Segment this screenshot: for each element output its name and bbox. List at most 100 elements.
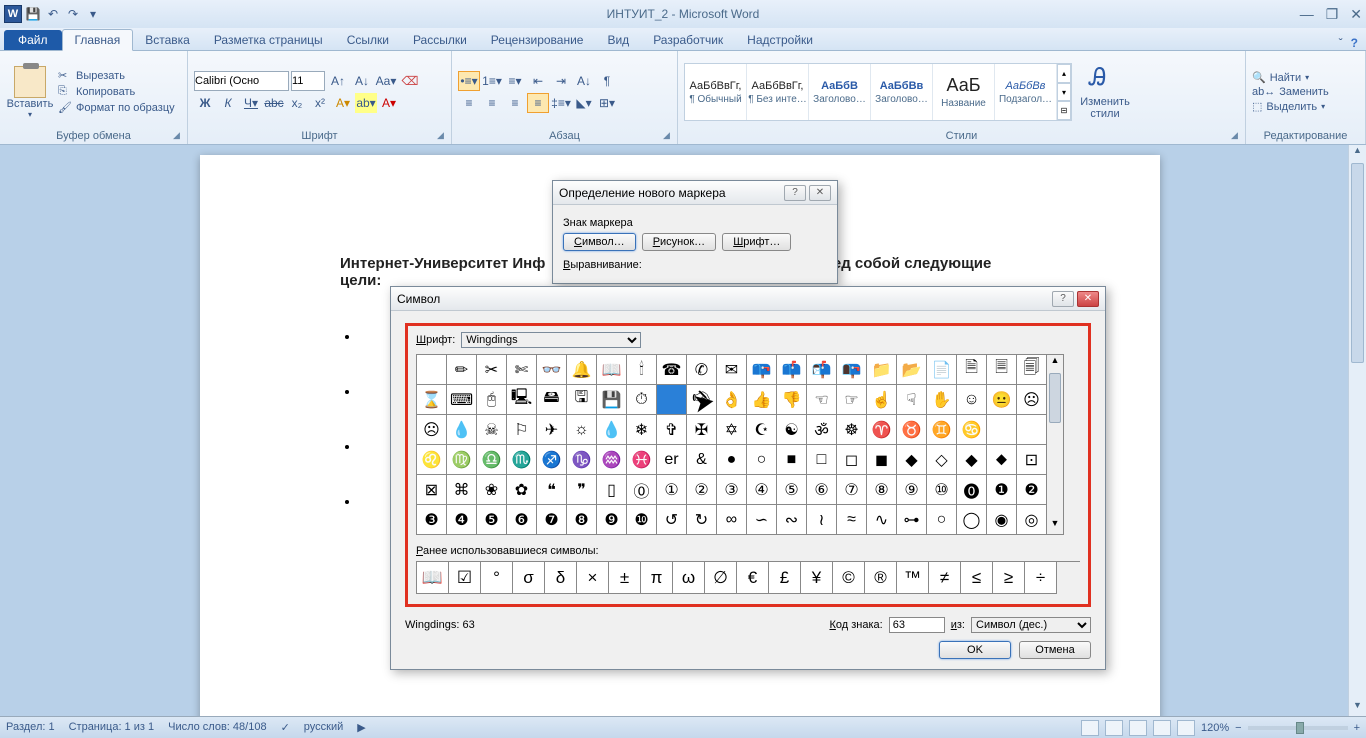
symbol-cell[interactable]: ⑧ bbox=[867, 475, 897, 505]
recent-symbol-cell[interactable]: δ bbox=[545, 562, 577, 594]
highlight-button[interactable]: ab▾ bbox=[355, 93, 377, 113]
symbol-cell[interactable]: ● bbox=[717, 445, 747, 475]
symbol-cell[interactable]: ☝ bbox=[867, 385, 897, 415]
select-button[interactable]: ⬚Выделить▾ bbox=[1252, 100, 1329, 113]
symbol-cell[interactable]: ◎ bbox=[1017, 505, 1047, 535]
symbol-cell[interactable]: ♊ bbox=[927, 415, 957, 445]
style-item[interactable]: АаБбВвЗаголово… bbox=[871, 64, 933, 120]
symbol-cell[interactable]: ✏ bbox=[447, 355, 477, 385]
char-code-input[interactable] bbox=[889, 617, 945, 633]
recent-symbol-cell[interactable]: ≤ bbox=[961, 562, 993, 594]
symbol-cell[interactable]: ❝ bbox=[537, 475, 567, 505]
symbol-cell[interactable]: ↺ bbox=[657, 505, 687, 535]
font-size-input[interactable] bbox=[291, 71, 325, 91]
symbol-cell[interactable]: ♈ bbox=[867, 415, 897, 445]
symbol-cell[interactable]: 🔔 bbox=[567, 355, 597, 385]
view-outline-icon[interactable] bbox=[1153, 720, 1171, 736]
macro-icon[interactable]: ▶ bbox=[357, 721, 365, 734]
symbol-cell[interactable]: ⏱ bbox=[627, 385, 657, 415]
subscript-button[interactable]: x₂ bbox=[286, 93, 308, 113]
scroll-thumb[interactable] bbox=[1351, 163, 1364, 363]
recent-symbol-cell[interactable]: ≥ bbox=[993, 562, 1025, 594]
symbol-cell[interactable] bbox=[417, 355, 447, 385]
clear-format-button[interactable]: ⌫ bbox=[399, 71, 421, 91]
symbol-cell[interactable]: ⑥ bbox=[807, 475, 837, 505]
symbol-cell[interactable]: 💧 bbox=[597, 415, 627, 445]
symbol-cell[interactable]: ⑨ bbox=[897, 475, 927, 505]
symbol-cell[interactable]: ✿ bbox=[507, 475, 537, 505]
align-center-button[interactable]: ≡ bbox=[481, 93, 503, 113]
dialog-help-icon[interactable]: ? bbox=[784, 185, 806, 201]
symbol-cell[interactable]: ∾ bbox=[777, 505, 807, 535]
symbol-cell[interactable]: ⊠ bbox=[417, 475, 447, 505]
symbol-cell[interactable]: ❶ bbox=[987, 475, 1017, 505]
recent-symbol-cell[interactable]: ☑ bbox=[449, 562, 481, 594]
symbol-cell[interactable]: ≈ bbox=[837, 505, 867, 535]
dialog-help-icon[interactable]: ? bbox=[1052, 291, 1074, 307]
dialog-close-icon[interactable]: ✕ bbox=[809, 185, 831, 201]
justify-button[interactable]: ≡ bbox=[527, 93, 549, 113]
symbol-cell[interactable]: 🗏 bbox=[987, 355, 1017, 385]
symbol-cell[interactable]: ◆ bbox=[897, 445, 927, 475]
symbol-cell[interactable]: ∿ bbox=[867, 505, 897, 535]
symbol-cell[interactable]: ☼ bbox=[567, 415, 597, 445]
recent-symbol-cell[interactable]: ∅ bbox=[705, 562, 737, 594]
recent-symbol-cell[interactable]: ÷ bbox=[1025, 562, 1057, 594]
symbol-cell[interactable]: 💧 bbox=[447, 415, 477, 445]
replace-button[interactable]: ab↔Заменить bbox=[1252, 86, 1329, 98]
symbol-cell[interactable] bbox=[657, 385, 687, 415]
symbol-cell[interactable]: ① bbox=[657, 475, 687, 505]
font-name-input[interactable] bbox=[194, 71, 289, 91]
recent-symbol-cell[interactable]: × bbox=[577, 562, 609, 594]
format-painter-button[interactable]: 🖌Формат по образцу bbox=[58, 101, 175, 115]
tab-view[interactable]: Вид bbox=[595, 30, 641, 50]
symbol-cell[interactable]: ॐ bbox=[807, 415, 837, 445]
symbol-cell[interactable]: ❼ bbox=[537, 505, 567, 535]
symbol-cell[interactable]: ⓪ bbox=[627, 475, 657, 505]
italic-button[interactable]: К bbox=[217, 93, 239, 113]
symbol-cell[interactable]: ✆ bbox=[687, 355, 717, 385]
symbol-cell[interactable]: ❺ bbox=[477, 505, 507, 535]
tab-insert[interactable]: Вставка bbox=[133, 30, 202, 50]
dialog-titlebar[interactable]: Определение нового маркера ? ✕ bbox=[553, 181, 837, 205]
strike-button[interactable]: abc bbox=[263, 93, 285, 113]
symbol-cell[interactable]: ⑦ bbox=[837, 475, 867, 505]
symbol-cell[interactable]: ❄ bbox=[627, 415, 657, 445]
symbol-cell[interactable]: ☹ bbox=[1017, 385, 1047, 415]
symbol-cell[interactable]: 📫 bbox=[777, 355, 807, 385]
symbol-cell[interactable]: ♋ bbox=[957, 415, 987, 445]
symbol-cell[interactable]: ♏ bbox=[507, 445, 537, 475]
symbol-grid[interactable]: ✏✂✄👓🔔📖🕯☎✆✉📪📫📬📭📁📂📄🗎🗏🗐⌛⌨🖰🖳🖴🖫💾⏱🖎👌👍👎☜☞☝☟✋☺😐☹… bbox=[416, 354, 1047, 535]
symbol-cell[interactable]: ✂ bbox=[477, 355, 507, 385]
symbol-cell[interactable]: 🗎 bbox=[957, 355, 987, 385]
symbol-cell[interactable]: ④ bbox=[747, 475, 777, 505]
symbol-cell[interactable]: ☪ bbox=[747, 415, 777, 445]
symbol-cell[interactable]: ◆ bbox=[957, 445, 987, 475]
symbol-cell[interactable]: ◇ bbox=[927, 445, 957, 475]
ok-button[interactable]: OK bbox=[939, 641, 1011, 659]
scroll-down-icon[interactable]: ▼ bbox=[1349, 700, 1366, 716]
symbol-cell[interactable]: ∽ bbox=[747, 505, 777, 535]
scroll-thumb[interactable] bbox=[1049, 373, 1061, 423]
style-item[interactable]: АаБбВЗаголово… bbox=[809, 64, 871, 120]
symbol-cell[interactable]: 👌 bbox=[717, 385, 747, 415]
symbol-cell[interactable]: ✋ bbox=[927, 385, 957, 415]
symbol-cell[interactable]: ⌛ bbox=[417, 385, 447, 415]
symbol-cell[interactable]: ❿ bbox=[627, 505, 657, 535]
tab-developer[interactable]: Разработчик bbox=[641, 30, 735, 50]
numbering-button[interactable]: 1≡▾ bbox=[481, 71, 503, 91]
scroll-up-icon[interactable]: ▲ bbox=[1349, 145, 1366, 161]
tab-file[interactable]: Файл bbox=[4, 30, 62, 50]
qat-dropdown-icon[interactable]: ▾ bbox=[84, 5, 102, 23]
recent-symbols-grid[interactable]: 📖☑°σδ×±πω∅€£¥©®™≠≤≥÷ bbox=[416, 561, 1080, 594]
symbol-cell[interactable]: ❷ bbox=[1017, 475, 1047, 505]
symbol-cell[interactable]: ◻ bbox=[837, 445, 867, 475]
superscript-button[interactable]: x² bbox=[309, 93, 331, 113]
symbol-scrollbar[interactable]: ▲ ▼ bbox=[1047, 354, 1064, 535]
status-page[interactable]: Страница: 1 из 1 bbox=[69, 721, 155, 734]
symbol-cell[interactable]: 🖫 bbox=[567, 385, 597, 415]
zoom-slider[interactable] bbox=[1248, 726, 1348, 730]
symbol-cell[interactable]: ▯ bbox=[597, 475, 627, 505]
symbol-cell[interactable]: ♓ bbox=[627, 445, 657, 475]
symbol-cell[interactable]: ✠ bbox=[687, 415, 717, 445]
